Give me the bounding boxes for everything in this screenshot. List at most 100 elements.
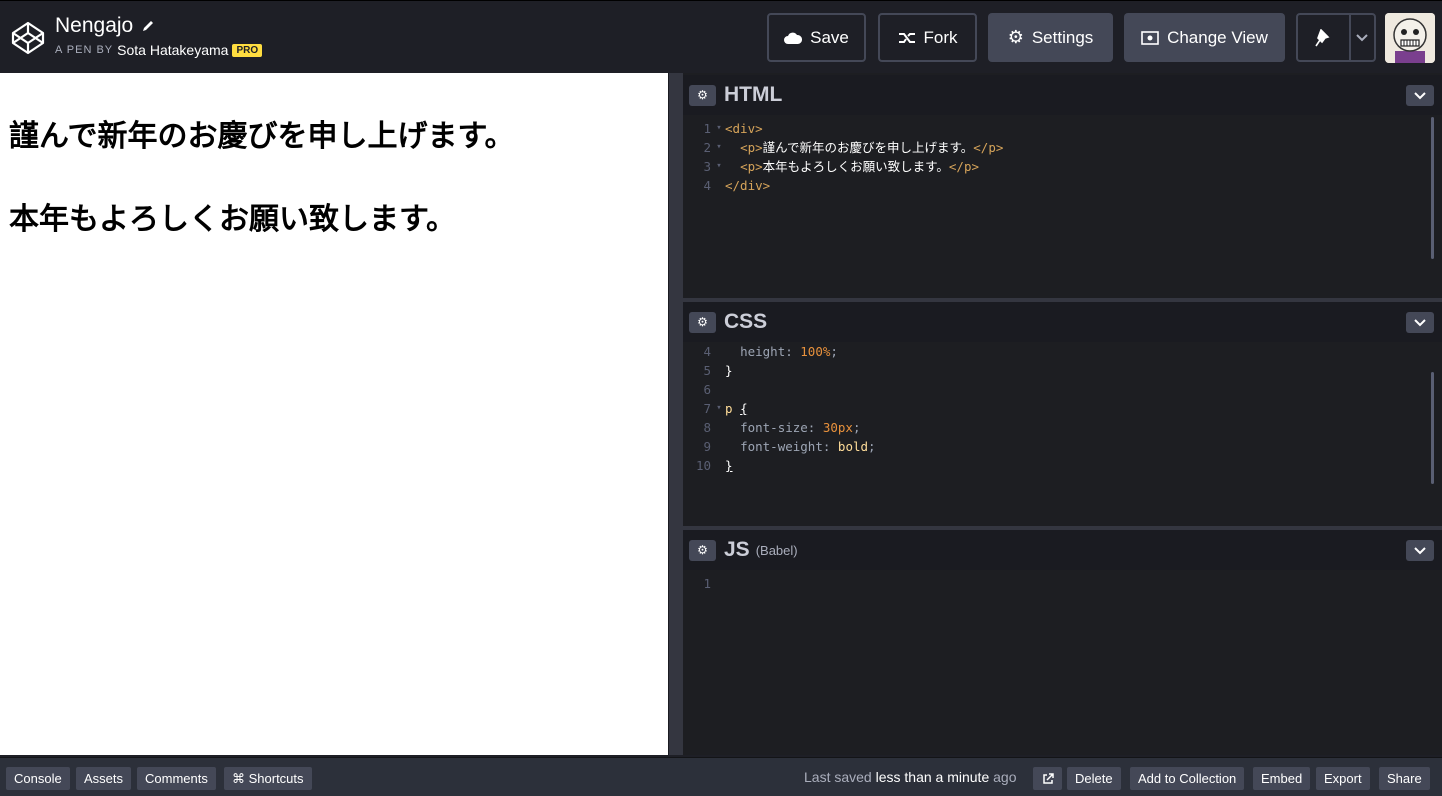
code-token: font-size [740,420,808,435]
line-number: 4 [703,344,711,359]
code-token: bold [837,439,869,454]
code-line: 3 ▾ <p> 本年もよろしくお願い致します。 </p> [683,157,1442,176]
code-token: { [740,401,748,416]
gear-icon[interactable]: ⚙ [689,539,716,561]
css-pane-title: CSS [724,310,768,333]
line-number: 10 [695,458,711,473]
pin-icon [1298,28,1349,47]
line-number: 3 [703,159,711,174]
js-pane-header: ⚙ JS (Babel) [683,530,1442,570]
preview-pane[interactable]: 謹んで新年のお慶びを申し上げます。 本年もよろしくお願い致します。 [0,73,668,755]
fold-arrow-icon[interactable]: ▾ [713,138,725,157]
js-code-editor[interactable]: 1 [683,570,1442,593]
line-number: 4 [703,178,711,193]
add-to-collection-button[interactable]: Add to Collection [1130,767,1245,790]
change-view-label: Change View [1167,27,1268,47]
code-line: 7 ▾ p { [683,399,1442,418]
css-code-editor[interactable]: 4 height: 100%; 5} 6 7 ▾ p { 8 font-size: … [683,342,1442,475]
html-code-editor[interactable]: 1 ▾ <div> 2 ▾ <p> 謹んで新年のお慶びを申し上げます。 </p> 3 ▾ <… [683,115,1442,195]
html-pane-header: ⚙ HTML [683,75,1442,115]
settings-button[interactable]: ⚙ Settings [988,13,1113,62]
code-line: 9 font-weight: bold; [683,437,1442,456]
avatar[interactable] [1385,13,1435,63]
author-link[interactable]: Sota Hatakeyama [117,42,228,58]
gear-icon[interactable]: ⚙ [689,311,716,333]
codepen-logo-icon[interactable] [10,20,46,56]
code-token: </p> [973,140,1004,155]
css-pane-header: ⚙ CSS [683,302,1442,342]
fold-arrow-icon[interactable]: ▾ [713,399,725,418]
share-button[interactable]: Share [1379,767,1430,790]
fold-arrow-icon[interactable]: ▾ [713,119,725,138]
change-view-button[interactable]: Change View [1124,13,1285,62]
code-token: <p> [740,140,763,155]
code-token: <div> [725,121,763,136]
footer: Console Assets Comments ⌘ Shortcuts Last… [0,757,1442,796]
chevron-down-icon[interactable] [1406,540,1434,561]
line-number: 8 [703,420,711,435]
export-button[interactable]: Export [1316,767,1370,790]
assets-button[interactable]: Assets [76,767,132,790]
comments-button[interactable]: Comments [137,767,216,790]
chevron-down-icon[interactable] [1406,312,1434,333]
code-token: 本年もよろしくお願い致します。 [762,159,949,174]
external-link-icon [1042,772,1054,784]
settings-label: Settings [1031,27,1094,47]
shortcuts-button[interactable]: ⌘ Shortcuts [224,767,312,790]
js-pane-title: JS [724,538,750,561]
save-button[interactable]: Save [767,13,866,62]
fork-icon [898,32,915,43]
code-token: } [725,458,733,473]
line-number: 7 [703,401,711,416]
code-token: 30px [822,420,853,435]
delete-button[interactable]: Delete [1067,767,1121,790]
js-editor-pane: ⚙ JS (Babel) 1 [683,530,1442,755]
html-editor-pane: ⚙ HTML 1 ▾ <div> 2 ▾ <p> 謹んで新年のお慶びを申し上げます。 </… [683,73,1442,299]
pencil-icon[interactable] [141,19,155,33]
code-line: 4 </div> [683,176,1442,195]
js-pane-subtitle: (Babel) [755,542,798,558]
code-line: 5} [683,361,1442,380]
chevron-down-icon[interactable] [1351,33,1374,42]
embed-button[interactable]: Embed [1253,767,1311,790]
chevron-down-icon[interactable] [1406,85,1434,106]
code-token: font-weight [740,439,823,454]
code-token: </p> [948,159,980,174]
pen-title-row: Nengajo [55,14,155,38]
code-token: } [725,363,733,378]
gear-icon[interactable]: ⚙ [689,84,716,106]
last-saved-status: Last saved less than a minute ago [804,769,1016,785]
code-line: 1 [683,574,1442,593]
code-token: height [740,344,786,359]
css-scrollbar[interactable] [1431,372,1434,484]
line-number: 2 [703,140,711,155]
code-line: 1 ▾ <div> [683,119,1442,138]
line-number: 5 [703,363,711,378]
code-token: <p> [740,159,763,174]
fold-arrow-icon[interactable]: ▾ [713,157,725,176]
css-editor-pane: ⚙ CSS 4 height: 100%; 5} 6 7 ▾ p { 8 font-… [683,302,1442,526]
code-line: 6 [683,380,1442,399]
code-line: 4 height: 100%; [683,342,1442,361]
line-number: 1 [703,121,711,136]
pin-button[interactable] [1296,13,1376,62]
external-link-button[interactable] [1033,767,1062,790]
code-token: p [725,401,733,416]
gear-icon: ⚙ [1007,27,1024,47]
change-view-icon [1141,30,1159,45]
saved-time: less than a minute [875,769,990,785]
pen-title[interactable]: Nengajo [55,14,133,38]
console-button[interactable]: Console [6,767,70,790]
header: Nengajo A PEN BY Sota Hatakeyama PRO Sav… [0,0,1442,73]
resize-gutter[interactable] [668,73,683,755]
preview-line-1: 謹んで新年のお慶びを申し上げます。 [9,119,515,154]
code-token: 謹んで新年のお慶びを申し上げます。 [762,140,974,155]
fork-button[interactable]: Fork [878,13,977,62]
html-scrollbar[interactable] [1431,117,1434,259]
line-number: 6 [703,382,711,397]
code-line: 2 ▾ <p> 謹んで新年のお慶びを申し上げます。 </p> [683,138,1442,157]
